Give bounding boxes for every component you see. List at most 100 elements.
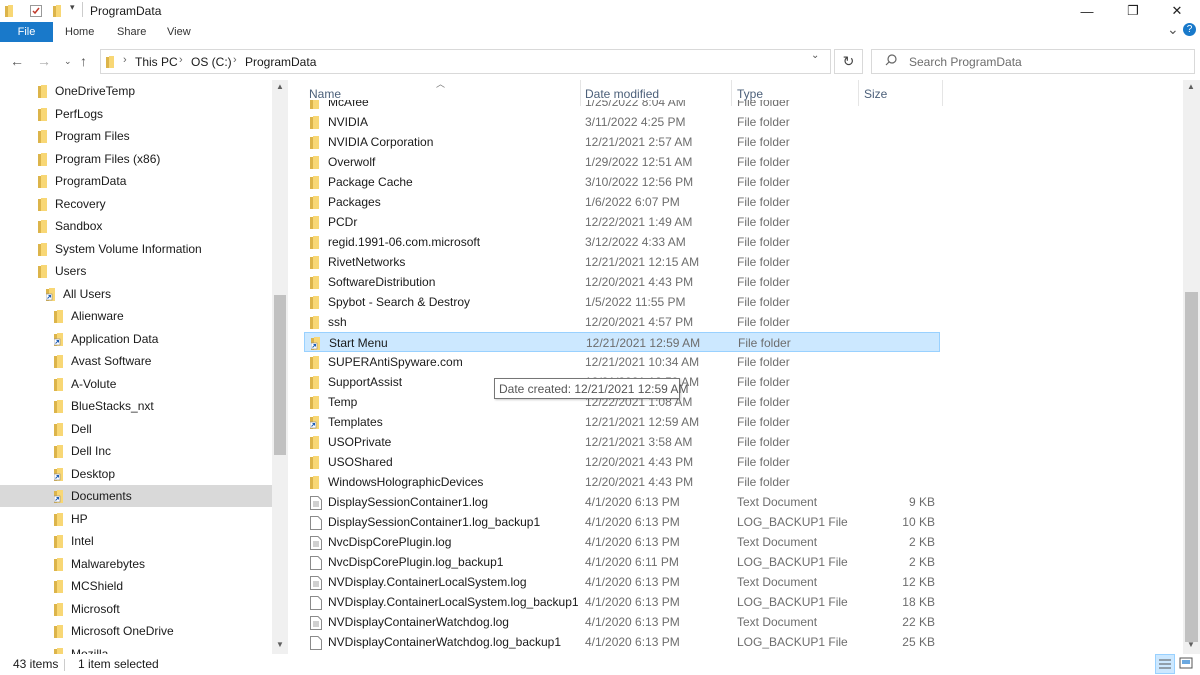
file-row[interactable]: Overwolf 1/29/2022 12:51 AM File folder (304, 152, 940, 172)
nav-scrollbar[interactable]: ▲ ▼ (272, 80, 288, 654)
nav-item[interactable]: MCShield (0, 575, 272, 597)
scroll-down-icon[interactable]: ▼ (1183, 640, 1199, 649)
tab-home[interactable]: Home (65, 22, 94, 42)
search-input[interactable]: Search ProgramData (909, 55, 1022, 69)
tab-file[interactable]: File (0, 22, 53, 42)
nav-item[interactable]: Sandbox (0, 215, 272, 237)
file-row[interactable]: NVDisplay.ContainerLocalSystem.log_backu… (304, 592, 940, 612)
file-row[interactable]: Package Cache 3/10/2022 12:56 PM File fold… (304, 172, 940, 192)
scroll-up-icon[interactable]: ▲ (272, 82, 288, 91)
breadcrumb-separator-icon[interactable]: › (179, 54, 183, 66)
nav-item[interactable]: Documents (0, 485, 272, 507)
scroll-down-icon[interactable]: ▼ (272, 640, 288, 649)
search-field[interactable]: Search ProgramData (871, 49, 1195, 74)
large-icons-view-button[interactable] (1177, 654, 1197, 674)
up-arrow-icon[interactable]: ↑ (80, 53, 87, 69)
file-row[interactable]: SUPERAntiSpyware.com 12/21/2021 10:34 AM F… (304, 352, 940, 372)
text-document-icon (310, 536, 322, 553)
file-list-scrollbar[interactable]: ▲ ▼ (1183, 80, 1200, 654)
nav-item[interactable]: Intel (0, 530, 272, 552)
nav-item[interactable]: Mozilla (0, 643, 272, 654)
file-row[interactable]: USOPrivate 12/21/2021 3:58 AM File folder (304, 432, 940, 452)
file-row[interactable]: NVDisplayContainerWatchdog.log 4/1/2020 6… (304, 612, 940, 632)
nav-item[interactable]: Program Files (0, 125, 272, 147)
nav-item[interactable]: Program Files (x86) (0, 148, 272, 170)
nav-item[interactable]: System Volume Information (0, 238, 272, 260)
column-header-date-modified[interactable]: Date modified (585, 87, 659, 101)
nav-item[interactable]: Dell Inc (0, 440, 272, 462)
file-row[interactable]: WindowsHolographicDevices 12/20/2021 4:43… (304, 472, 940, 492)
nav-item[interactable]: ProgramData (0, 170, 272, 192)
file-row[interactable]: USOShared 12/20/2021 4:43 PM File folder (304, 452, 940, 472)
breadcrumb-this-pc[interactable]: This PC (135, 55, 178, 69)
recent-locations-icon[interactable]: ⌄ (64, 56, 72, 67)
forward-arrow-icon[interactable]: → (37, 53, 51, 69)
tab-view[interactable]: View (167, 22, 191, 42)
file-row[interactable]: NVIDIA 3/11/2022 4:25 PM File folder (304, 112, 940, 132)
file-row[interactable]: Spybot - Search & Destroy 1/5/2022 11:55 … (304, 292, 940, 312)
nav-item-label: Program Files (55, 129, 130, 143)
nav-item[interactable]: Desktop (0, 463, 272, 485)
refresh-icon: ↻ (842, 53, 855, 69)
breadcrumb-programdata[interactable]: ProgramData (245, 55, 316, 69)
minimize-button[interactable]: — (1064, 0, 1110, 22)
help-icon[interactable]: ? (1183, 23, 1196, 36)
properties-icon[interactable] (30, 4, 42, 20)
nav-item[interactable]: HP (0, 508, 272, 530)
back-arrow-icon[interactable]: ← (10, 53, 24, 69)
scroll-up-icon[interactable]: ▲ (1183, 82, 1199, 91)
file-row[interactable]: RivetNetworks 12/21/2021 12:15 AM File fol… (304, 252, 940, 272)
address-field[interactable]: › This PC › OS (C:) › ProgramData (100, 49, 831, 74)
file-row[interactable]: NvcDispCorePlugin.log_backup1 4/1/2020 6:… (304, 552, 940, 572)
file-date-modified: 4/1/2020 6:13 PM (585, 535, 680, 549)
nav-item[interactable]: Application Data (0, 328, 272, 350)
maximize-button[interactable]: ❐ (1110, 0, 1156, 22)
nav-item[interactable]: BlueStacks_nxt (0, 395, 272, 417)
nav-item[interactable]: Microsoft (0, 598, 272, 620)
breadcrumb-separator-icon[interactable]: › (123, 54, 127, 66)
expand-ribbon-icon[interactable]: ⌄ (1167, 21, 1179, 38)
nav-item[interactable]: Microsoft OneDrive (0, 620, 272, 642)
nav-item[interactable]: Malwarebytes (0, 553, 272, 575)
file-row[interactable]: ssh 12/20/2021 4:57 PM File folder (304, 312, 940, 332)
nav-item[interactable]: Alienware (0, 305, 272, 327)
file-date-modified: 4/1/2020 6:13 PM (585, 575, 680, 589)
nav-item[interactable]: All Users (0, 283, 272, 305)
tab-share[interactable]: Share (117, 22, 146, 42)
breadcrumb-separator-icon[interactable]: › (233, 54, 237, 66)
nav-scroll-thumb[interactable] (274, 295, 286, 455)
file-row[interactable]: NVDisplay.ContainerLocalSystem.log 4/1/20… (304, 572, 940, 592)
file-row[interactable]: DisplaySessionContainer1.log 4/1/2020 6:1… (304, 492, 940, 512)
nav-item[interactable]: Dell (0, 418, 272, 440)
address-bar-row: ← → ⌄ ↑ › This PC › OS (C:) › ProgramDat… (0, 44, 1200, 78)
nav-item[interactable]: OneDriveTemp (0, 80, 272, 102)
address-dropdown-icon[interactable]: ⌄ (811, 50, 819, 61)
refresh-button[interactable]: ↻ (834, 49, 863, 74)
nav-item[interactable]: A-Volute (0, 373, 272, 395)
file-list-scroll-thumb[interactable] (1185, 292, 1198, 642)
file-row[interactable]: PCDr 12/22/2021 1:49 AM File folder (304, 212, 940, 232)
file-row[interactable]: McAfee 1/25/2022 8:04 AM File folder (304, 100, 940, 112)
file-row[interactable]: Templates 12/21/2021 12:59 AM File folder (304, 412, 940, 432)
nav-item[interactable]: Users (0, 260, 272, 282)
nav-item[interactable]: Recovery (0, 193, 272, 215)
nav-item[interactable]: PerfLogs (0, 103, 272, 125)
column-header-size[interactable]: Size (864, 87, 887, 101)
file-row[interactable]: NVIDIA Corporation 12/21/2021 2:57 AM File… (304, 132, 940, 152)
file-row[interactable]: NVDisplayContainerWatchdog.log_backup1 4/… (304, 632, 940, 652)
breadcrumb-os-c[interactable]: OS (C:) (191, 55, 232, 69)
window-title: ProgramData (90, 4, 162, 18)
file-row[interactable]: regid.1991-06.com.microsoft 3/12/2022 4:3… (304, 232, 940, 252)
new-folder-icon[interactable] (53, 4, 65, 20)
details-view-button[interactable] (1155, 654, 1175, 674)
close-button[interactable]: ✕ (1154, 0, 1200, 22)
file-row[interactable]: SoftwareDistribution 12/20/2021 4:43 PM Fi… (304, 272, 940, 292)
file-row[interactable]: Start Menu 12/21/2021 12:59 AM File folder (304, 332, 940, 352)
column-header-name[interactable]: Name (309, 87, 341, 101)
file-row[interactable]: NvcDispCorePlugin.log 4/1/2020 6:13 PM Tex… (304, 532, 940, 552)
nav-item[interactable]: Avast Software (0, 350, 272, 372)
file-row[interactable]: DisplaySessionContainer1.log_backup1 4/1/… (304, 512, 940, 532)
column-header-type[interactable]: Type (737, 87, 763, 101)
file-row[interactable]: Packages 1/6/2022 6:07 PM File folder (304, 192, 940, 212)
customize-toolbar-dropdown-icon[interactable]: ▾ (70, 2, 75, 13)
